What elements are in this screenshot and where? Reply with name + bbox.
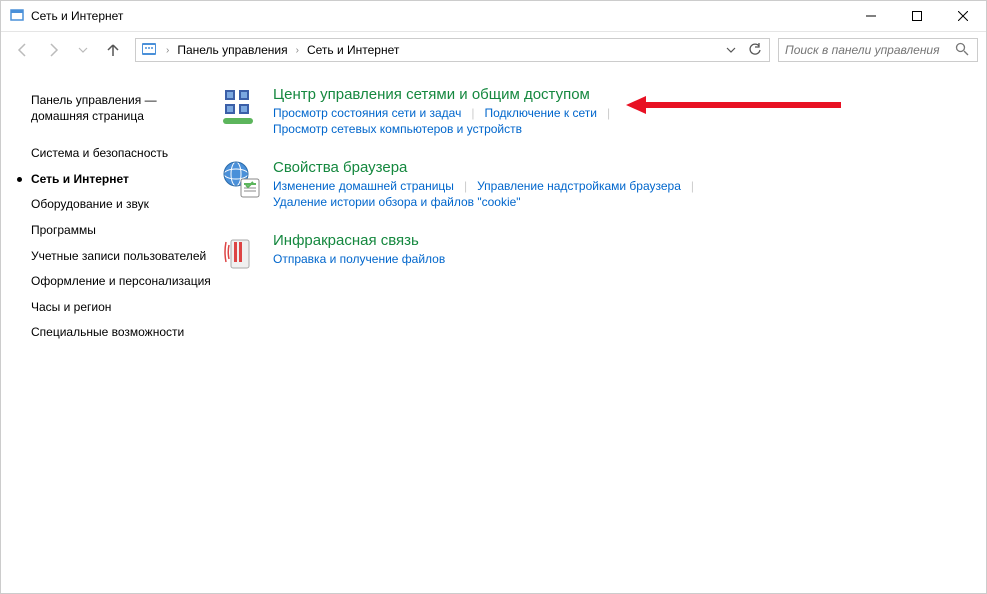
sidebar-item-accessibility[interactable]: Специальные возможности [31, 320, 211, 346]
sidebar-item-clock[interactable]: Часы и регион [31, 295, 211, 321]
category-link[interactable]: Удаление истории обзора и файлов "cookie… [273, 194, 521, 210]
search-icon[interactable] [955, 42, 971, 59]
search-box[interactable] [778, 38, 978, 62]
link-separator: | [691, 179, 694, 193]
window-title: Сеть и Интернет [31, 9, 123, 23]
category-title[interactable]: Центр управления сетями и общим доступом [273, 86, 976, 103]
chevron-right-icon[interactable]: › [294, 45, 301, 56]
category-link[interactable]: Просмотр сетевых компьютеров и устройств [273, 121, 522, 137]
main-content: Центр управления сетями и общим доступом… [211, 68, 986, 593]
sidebar-item-programs[interactable]: Программы [31, 218, 211, 244]
browser-icon [221, 159, 263, 201]
link-separator: | [471, 106, 474, 120]
address-dropdown[interactable] [721, 40, 741, 60]
back-button[interactable] [9, 36, 37, 64]
category-network-center: Центр управления сетями и общим доступом… [221, 86, 976, 137]
category-infrared: Инфракрасная связь Отправка и получение … [221, 232, 976, 274]
sidebar-item-appearance[interactable]: Оформление и персонализация [31, 269, 211, 295]
category-link[interactable]: Отправка и получение файлов [273, 251, 445, 267]
category-link[interactable]: Просмотр состояния сети и задач [273, 105, 461, 121]
sidebar-item-network[interactable]: Сеть и Интернет [31, 167, 211, 193]
sidebar-item-system[interactable]: Система и безопасность [31, 141, 211, 167]
window-icon [9, 7, 25, 26]
refresh-button[interactable] [745, 40, 765, 60]
minimize-button[interactable] [848, 1, 894, 31]
network-center-icon [221, 86, 263, 128]
close-button[interactable] [940, 1, 986, 31]
up-button[interactable] [99, 36, 127, 64]
infrared-icon [221, 232, 263, 274]
breadcrumb: › Панель управления › Сеть и Интернет [164, 41, 717, 59]
link-separator: | [607, 106, 610, 120]
maximize-button[interactable] [894, 1, 940, 31]
sidebar-item-accounts[interactable]: Учетные записи пользователей [31, 244, 211, 270]
breadcrumb-item[interactable]: Панель управления [173, 41, 291, 59]
category-link[interactable]: Управление надстройками браузера [477, 178, 681, 194]
category-browser: Свойства браузера Изменение домашней стр… [221, 159, 976, 210]
category-link[interactable]: Подключение к сети [484, 105, 596, 121]
forward-button[interactable] [39, 36, 67, 64]
category-title[interactable]: Свойства браузера [273, 159, 976, 176]
control-panel-icon [140, 40, 160, 60]
sidebar-home[interactable]: Панель управления — домашняя страница [31, 88, 211, 129]
link-separator: | [464, 179, 467, 193]
address-bar[interactable]: › Панель управления › Сеть и Интернет [135, 38, 770, 62]
recent-dropdown[interactable] [69, 36, 97, 64]
sidebar-item-hardware[interactable]: Оборудование и звук [31, 192, 211, 218]
sidebar: Панель управления — домашняя страница Си… [1, 68, 211, 593]
breadcrumb-item[interactable]: Сеть и Интернет [303, 41, 403, 59]
search-input[interactable] [785, 43, 955, 57]
category-link[interactable]: Изменение домашней страницы [273, 178, 454, 194]
chevron-right-icon[interactable]: › [164, 45, 171, 56]
category-title[interactable]: Инфракрасная связь [273, 232, 976, 249]
